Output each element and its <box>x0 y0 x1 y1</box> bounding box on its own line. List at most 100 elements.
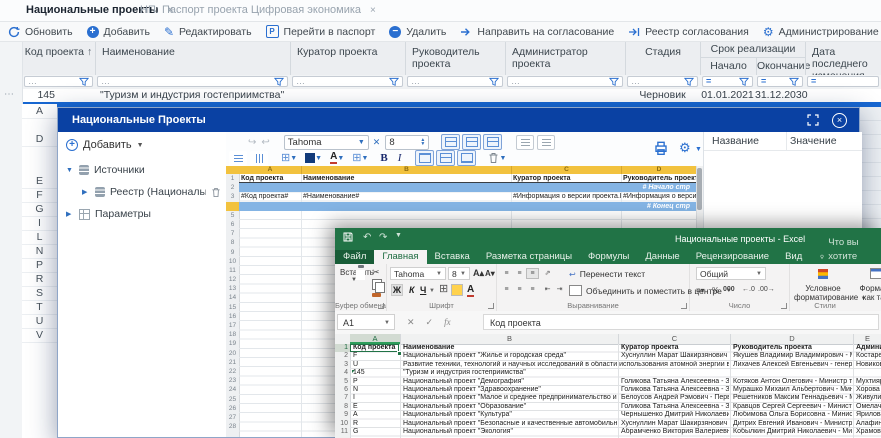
paste-button[interactable]: Вставить ▼ <box>340 267 368 283</box>
table-row[interactable]: A <box>22 104 57 119</box>
column-header-modified[interactable]: Дата последнего изменения <box>805 42 881 75</box>
font-color-icon[interactable]: A <box>330 152 337 164</box>
undo-icon[interactable]: ↩ <box>261 137 269 148</box>
tab-passport-digital-economy[interactable]: НП: Паспорт проекта Цифровая экономика× <box>140 0 376 21</box>
cell-style-icon[interactable]: ⊞ <box>352 153 361 164</box>
sheet-row[interactable]: F Национальный проект "Жилье и городская… <box>350 352 881 360</box>
merge-across-button[interactable] <box>483 134 502 150</box>
column-header-code[interactable]: Код проекта ↑ <box>22 42 95 75</box>
table-row[interactable]: R <box>22 272 57 287</box>
table-row[interactable]: U <box>22 314 57 329</box>
column-view-icon[interactable] <box>250 151 268 166</box>
administration-button[interactable]: ⚙ Администрирование ▼ <box>763 26 881 38</box>
trash-icon[interactable] <box>488 152 499 164</box>
cell[interactable]: Национальный проект "Безопасные и качест… <box>401 420 617 428</box>
column-header[interactable]: D <box>730 334 853 344</box>
spinner-icon[interactable]: ▲▼ <box>420 138 425 146</box>
borders-icon[interactable]: ⊞ <box>439 284 448 295</box>
percent-icon[interactable]: % <box>712 286 719 295</box>
approval-registry-button[interactable]: Реестр согласования <box>628 26 749 38</box>
dialog-title-bar[interactable]: Национальные Проекты × <box>58 108 859 132</box>
refresh-button[interactable]: Обновить <box>8 26 73 38</box>
filter-end[interactable]: = <box>757 76 803 87</box>
column-header[interactable]: C <box>511 166 621 174</box>
copy-icon[interactable] <box>372 279 382 290</box>
cell[interactable]: Национальный проект "Образование" <box>401 403 617 411</box>
group-expander-icon[interactable] <box>378 303 384 309</box>
start-rows-band[interactable]: # Начало стр <box>239 183 696 192</box>
excel-title-bar[interactable]: ↶ ↷ ▼ Национальные проекты - Excel <box>335 228 881 250</box>
bold-button[interactable]: B <box>380 152 387 164</box>
cell[interactable]: Новиков Сергей <box>854 361 881 369</box>
table-row[interactable]: I <box>22 216 57 231</box>
align-top-icon[interactable]: ≡ <box>500 268 513 279</box>
insert-table-button[interactable] <box>516 135 534 150</box>
cell[interactable]: Любимова Ольга Борисовна - Министр к <box>731 411 852 419</box>
orientation-icon[interactable]: ⇗ <box>541 268 554 279</box>
cell[interactable]: R <box>351 420 398 428</box>
filter-manager[interactable]: … <box>407 76 503 87</box>
print-icon[interactable] <box>653 141 669 156</box>
properties-name-header[interactable]: Название <box>712 132 759 150</box>
cell[interactable]: F <box>351 352 398 360</box>
cell[interactable]: #Информация о версии про <box>621 192 696 201</box>
go-to-passport-button[interactable]: P Перейти в паспорт <box>266 25 376 38</box>
formula-input[interactable]: Код проекта <box>483 314 879 330</box>
settings-gear-icon[interactable]: ⚙ <box>679 140 691 156</box>
cell[interactable]: G <box>351 428 398 436</box>
cell[interactable]: Национальный проект "Культура" <box>401 411 617 419</box>
filter-admin[interactable]: … <box>507 76 623 87</box>
table-row[interactable]: S <box>22 286 57 301</box>
table-row[interactable]: D <box>22 132 57 147</box>
table-row[interactable]: T <box>22 300 57 315</box>
filter-curator[interactable]: … <box>292 76 403 87</box>
cell[interactable]: Храмов Денис Г <box>854 428 881 436</box>
tab-data[interactable]: Данные <box>637 250 687 264</box>
cell[interactable]: 145 <box>351 369 398 377</box>
sheet-row[interactable]: E Национальный проект "Образование" Голи… <box>350 403 881 411</box>
cancel-icon[interactable]: ✕ <box>407 317 415 328</box>
column-header-admin[interactable]: Администратор проекта <box>505 42 625 75</box>
cell[interactable]: Руководитель проекта <box>731 344 852 352</box>
cell[interactable]: Костарева Татья <box>854 352 881 360</box>
cell[interactable]: Национальный проект "Здравоохранение" <box>401 386 617 394</box>
cell[interactable]: Живулин Вадим <box>854 394 881 402</box>
column-header[interactable]: B <box>400 334 618 344</box>
scrollbar-thumb[interactable] <box>697 168 702 210</box>
font-family-select[interactable]: Tahoma▼ <box>390 267 446 280</box>
add-button[interactable]: + Добавить <box>87 26 150 38</box>
cell[interactable]: Алафинов Иннок <box>854 420 881 428</box>
cell[interactable]: P <box>351 378 398 386</box>
column-header[interactable]: A <box>239 166 301 174</box>
send-for-approval-button[interactable]: Направить на согласование <box>460 26 614 38</box>
tab-insert[interactable]: Вставка <box>427 250 478 264</box>
sheet-cells[interactable]: Код проекта Наименование Куратор проекта… <box>350 344 881 438</box>
increase-decimal-icon[interactable]: ←.0 <box>742 286 755 293</box>
sheet-row[interactable]: A Национальный проект "Культура" Черныше… <box>350 411 881 419</box>
remove-table-button[interactable] <box>537 135 555 150</box>
end-rows-band[interactable]: # Конец стр <box>239 202 696 211</box>
italic-button[interactable]: К <box>409 285 415 295</box>
tree-item-registry[interactable]: ▶ Реестр (Национальные пр... <box>82 186 221 198</box>
group-expander-icon[interactable] <box>781 303 787 309</box>
tab-review[interactable]: Рецензирование <box>688 250 777 264</box>
tree-collapsed-icon[interactable]: ▶ <box>82 188 90 196</box>
cell[interactable]: Решетников Максим Геннадьевич - Мин <box>731 394 852 402</box>
tab-home[interactable]: Главная <box>374 250 426 264</box>
tree-item-parameters[interactable]: ▶ Параметры <box>66 208 151 220</box>
filter-code[interactable]: … <box>24 76 93 87</box>
align-middle-icon[interactable]: ≡ <box>513 268 526 279</box>
fill-color-icon[interactable] <box>305 153 315 163</box>
unmerge-cells-button[interactable] <box>462 134 481 150</box>
table-row[interactable]: G <box>22 202 57 217</box>
conditional-formatting-button[interactable]: Условное форматирование ▼ <box>794 266 852 302</box>
cell[interactable]: Лихачев Алексей Евгеньевич - генеральн <box>731 361 852 369</box>
cell[interactable]: Хорова Наталья <box>854 386 881 394</box>
cell[interactable]: A <box>351 411 398 419</box>
excel-sheet[interactable]: A B C D E 1234567891011 Код проекта Наим… <box>335 334 881 438</box>
redo-icon[interactable]: ↷ <box>379 232 387 243</box>
align-right-icon[interactable]: ≡ <box>526 284 539 295</box>
cell[interactable]: Чернышенко Дмитрий Николаевич - Зам <box>619 411 729 419</box>
tab-formulas[interactable]: Формулы <box>580 250 637 264</box>
group-expander-icon[interactable] <box>681 303 687 309</box>
